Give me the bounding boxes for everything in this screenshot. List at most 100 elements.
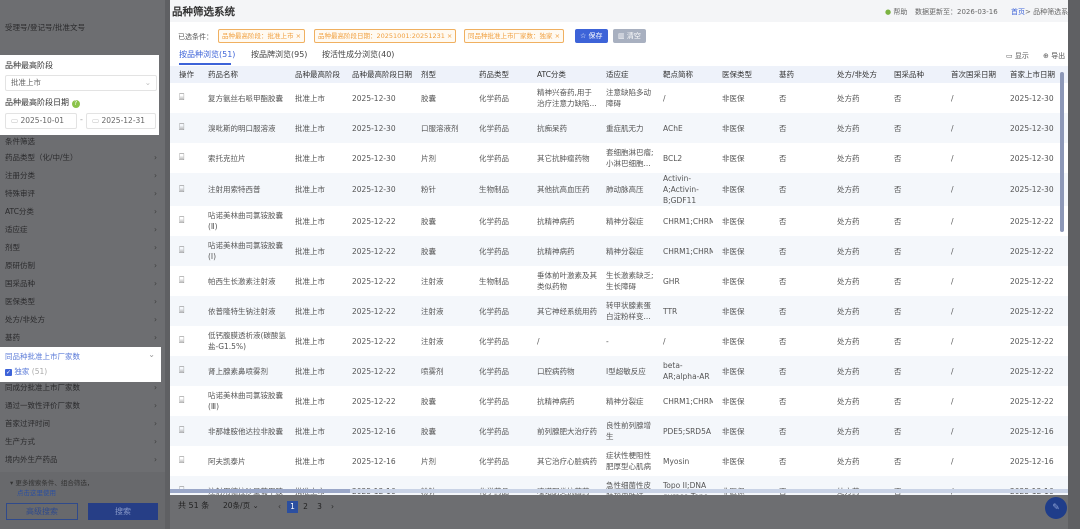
table-row[interactable]: ⌸ 注射用索特西普 批准上市 2025-12-30 粉针 生物制品 其他抗高血压药 肺动脉高压…	[170, 173, 1075, 206]
table-cell: 2025-12-30	[352, 93, 396, 103]
view-detail-icon[interactable]: ⌸	[179, 426, 184, 436]
advanced-search-button[interactable]: 高级搜索	[6, 503, 78, 520]
feedback-float-button[interactable]: ✎	[1045, 497, 1067, 519]
table-cell: 否	[770, 416, 828, 446]
table-cell: 化学药品	[479, 216, 509, 226]
table-cell: 肾上腺素鼻喷雾剂	[199, 356, 286, 386]
next-page-button[interactable]: ›	[327, 501, 338, 513]
table-cell: 注射液	[421, 276, 444, 286]
page-2[interactable]: 2	[300, 501, 311, 513]
date-from-input[interactable]: ▭ 2025-10-01	[5, 113, 77, 129]
filter-item-label: 首家过评时间	[5, 419, 50, 428]
filter-item[interactable]: 同成分批准上市厂家数 ›	[5, 380, 157, 396]
display-button[interactable]: ▭ 显示	[1006, 51, 1029, 61]
tip-link[interactable]: 点击这里使用	[10, 489, 56, 497]
column-header: 剂型	[412, 66, 470, 83]
tab-by-variety[interactable]: 按品种浏览(51)	[179, 49, 235, 60]
exclusive-checkbox[interactable]: ✓ 独家 (51)	[5, 366, 47, 377]
table-row[interactable]: ⌸ 低钙腹膜透析液(碳酸氢盐-G1.5%) 批准上市 2025-12-22 注射液 化学药…	[170, 326, 1075, 356]
table-cell: /	[951, 456, 954, 466]
export-button[interactable]: ⊕ 导出	[1043, 51, 1065, 61]
view-detail-icon[interactable]: ⌸	[179, 306, 184, 316]
table-cell: 处方药	[828, 296, 885, 326]
horizontal-scrollbar[interactable]	[170, 489, 350, 493]
table-row[interactable]: ⌸ 非那雄胺他达拉非胶囊 批准上市 2025-12-16 胶囊 化学药品 前列腺肥大治疗药良…	[170, 416, 1075, 446]
expanded-filter-title[interactable]: 同品种批准上市厂家数	[5, 351, 80, 362]
condition-tag[interactable]: 品种最高阶段：批准上市 ×	[218, 29, 306, 43]
table-cell: 其它抗肿瘤药物	[537, 153, 590, 163]
breadcrumb-home[interactable]: 首页	[1011, 8, 1025, 16]
view-detail-icon[interactable]: ⌸	[179, 246, 184, 256]
view-detail-icon[interactable]: ⌸	[179, 366, 184, 376]
active-tab-indicator	[179, 63, 231, 65]
filter-item[interactable]: 适应症 ›	[5, 222, 157, 238]
table-cell: CHRM1;CHRM2;CHRM3;...	[663, 216, 713, 226]
table-cell: 2025-12-22	[1001, 356, 1059, 386]
table-cell: 化学药品	[470, 356, 528, 386]
table-cell: 2025-12-16	[343, 416, 412, 446]
filter-item[interactable]: 特殊审评 ›	[5, 186, 157, 202]
view-detail-icon[interactable]: ⌸	[179, 396, 184, 406]
table-row[interactable]: ⌸ 阿夫凯泰片 批准上市 2025-12-16 片剂 化学药品 其它治疗心脏病药 症状性梗阻性…	[170, 446, 1075, 476]
table-cell: 否	[770, 113, 828, 143]
filter-item[interactable]: ATC分类 ›	[5, 204, 157, 220]
view-detail-icon[interactable]: ⌸	[179, 123, 184, 133]
page-3[interactable]: 3	[314, 501, 325, 513]
search-button[interactable]: 搜索	[88, 503, 158, 520]
table-cell: 转甲状腺素蛋白淀粉样变...	[597, 296, 654, 326]
action-cell: ⌸	[170, 326, 199, 356]
table-cell: 否	[779, 153, 787, 163]
table-row[interactable]: ⌸ 呫诺美林曲司氯铵胶囊(Ⅰ) 批准上市 2025-12-22 胶囊 化学药品 抗精神病药精…	[170, 236, 1075, 266]
prev-page-button[interactable]: ‹	[274, 501, 285, 513]
table-cell: 呫诺美林曲司氯铵胶囊(Ⅲ)	[208, 391, 283, 411]
page-size-select[interactable]: 20条/页 ⌄	[223, 500, 259, 511]
filter-item[interactable]: 原研仿制 ›	[5, 258, 157, 274]
table-row[interactable]: ⌸ 溴吡斯的明口服溶液 批准上市 2025-12-30 口服溶液剂 化学药品 抗痴呆药 重症肌…	[170, 113, 1075, 143]
filter-item[interactable]: 注册分类 ›	[5, 168, 157, 184]
condition-tag[interactable]: 品种最高阶段日期：20251001:20251231 ×	[314, 29, 457, 43]
chevron-down-icon: ⌄	[252, 501, 259, 510]
tab-by-brand[interactable]: 按品牌浏览(95)	[251, 49, 307, 60]
help-link[interactable]: ● 帮助	[885, 7, 907, 17]
condition-tag[interactable]: 同品种批准上市厂家数：独家 ×	[464, 29, 565, 43]
view-detail-icon[interactable]: ⌸	[179, 93, 184, 103]
view-detail-icon[interactable]: ⌸	[179, 153, 184, 163]
clear-button[interactable]: ▥ 清空	[613, 29, 646, 43]
filter-item[interactable]: 医保类型 ›	[5, 294, 157, 310]
filter-item[interactable]: 基药 ›	[5, 330, 157, 346]
table-cell: 否	[779, 276, 787, 286]
stage-select[interactable]: 批准上市 ⌄	[5, 75, 157, 91]
table-row[interactable]: ⌸ 呫诺美林曲司氯铵胶囊(Ⅱ) 批准上市 2025-12-22 胶囊 化学药品 抗精神病药 精…	[170, 206, 1075, 236]
page-1[interactable]: 1	[287, 501, 298, 513]
filter-item[interactable]: 国采品种 ›	[5, 276, 157, 292]
date-to-input[interactable]: ▭ 2025-12-31	[86, 113, 156, 129]
table-row[interactable]: ⌸ 索托克拉片 批准上市 2025-12-30 片剂 化学药品 其它抗肿瘤药物 套细胞淋巴瘤;…	[170, 143, 1075, 173]
table-cell: 注射液	[412, 296, 470, 326]
table-row[interactable]: ⌸ 肾上腺素鼻喷雾剂 批准上市 2025-12-22 喷雾剂 化学药品 口腔病药物 I型超敏反…	[170, 356, 1075, 386]
save-button[interactable]: ☆ 保存	[575, 29, 608, 43]
table-cell: 化学药品	[479, 153, 509, 163]
view-detail-icon[interactable]: ⌸	[179, 456, 184, 466]
filter-item[interactable]: 药品类型（化/中/生） ›	[5, 150, 157, 166]
filter-item[interactable]: 剂型 ›	[5, 240, 157, 256]
table-row[interactable]: ⌸ 呫诺美林曲司氯铵胶囊(Ⅲ) 批准上市 2025-12-22 胶囊 化学药品 抗精神病药 精…	[170, 386, 1075, 416]
vertical-scrollbar[interactable]	[1060, 72, 1064, 232]
filter-item[interactable]: 首家过评时间 ›	[5, 416, 157, 432]
table-row[interactable]: ⌸ 帕西生长激素注射液 批准上市 2025-12-22 注射液 生物制品 垂体前叶激素及其类…	[170, 266, 1075, 296]
chevron-up-icon[interactable]: ⌄	[148, 350, 155, 359]
filter-item[interactable]: 生产方式 ›	[5, 434, 157, 450]
filter-item[interactable]: 通过一致性评价厂家数 ›	[5, 398, 157, 414]
filter-item[interactable]: 处方/非处方 ›	[5, 312, 157, 328]
view-detail-icon[interactable]: ⌸	[179, 185, 184, 195]
table-cell: 非医保	[713, 356, 770, 386]
table-row[interactable]: ⌸ 复方氨丝右哌甲酯胶囊 批准上市 2025-12-30 胶囊 化学药品 精神兴奋药,用于治…	[170, 83, 1075, 113]
view-detail-icon[interactable]: ⌸	[179, 216, 184, 226]
tab-by-ingredient[interactable]: 按活性成分浏览(40)	[322, 49, 394, 60]
view-detail-icon[interactable]: ⌸	[179, 276, 184, 286]
view-detail-icon[interactable]: ⌸	[179, 336, 184, 346]
table-row[interactable]: ⌸ 依普隆特生钠注射液 批准上市 2025-12-22 注射液 化学药品 其它神经系统用药转…	[170, 296, 1075, 326]
table-cell: 批准上市	[295, 216, 325, 226]
table-cell: 2025-12-30	[352, 153, 396, 163]
table-cell: 非医保	[722, 276, 745, 286]
filter-item[interactable]: 境内外生产药品 ›	[5, 452, 157, 468]
